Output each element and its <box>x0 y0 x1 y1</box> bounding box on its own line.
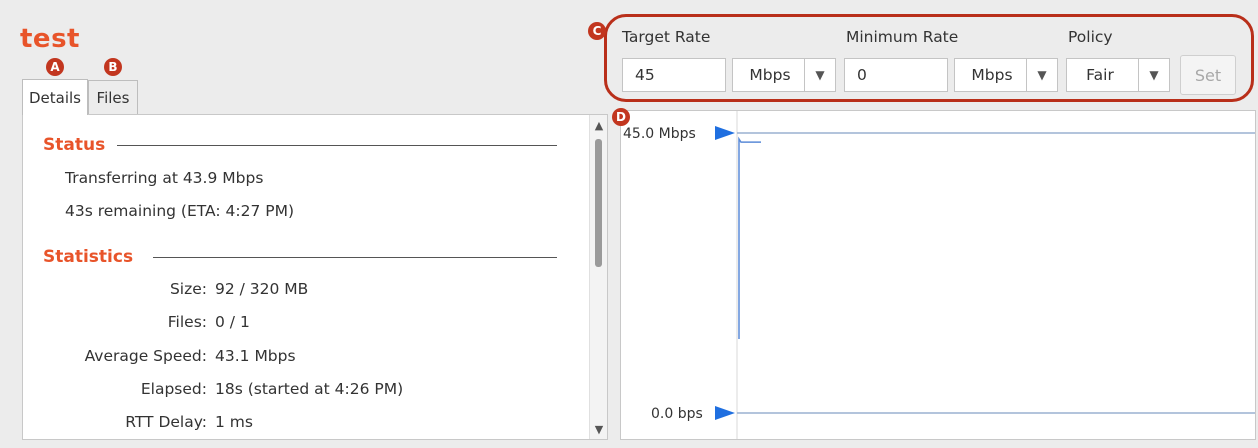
statistics-heading: Statistics <box>43 247 134 267</box>
stat-row-rtt-delay: RTT Delay: 1 ms <box>23 413 583 435</box>
target-rate-unit-value: Mbps <box>749 66 791 84</box>
chevron-down-icon[interactable]: ▼ <box>804 59 835 91</box>
stat-row-files: Files: 0 / 1 <box>23 313 583 335</box>
badge-b: B <box>104 58 122 76</box>
target-rate-label: Target Rate <box>622 28 711 46</box>
rate-chart: 45.0 Mbps 0.0 bps <box>623 111 1255 439</box>
stat-value: 43.1 Mbps <box>215 347 296 365</box>
scroll-up-icon[interactable]: ▲ <box>590 117 608 133</box>
stat-label: Average Speed: <box>84 347 207 365</box>
target-rate-marker-icon[interactable] <box>715 126 735 140</box>
min-rate-marker-icon[interactable] <box>715 406 735 420</box>
target-rate-input[interactable]: 45 <box>622 58 726 92</box>
tab-files[interactable]: Files <box>88 80 138 114</box>
scroll-down-icon[interactable]: ▼ <box>590 421 608 437</box>
stat-value: 92 / 320 MB <box>215 280 309 298</box>
stat-label: Elapsed: <box>140 380 207 398</box>
stat-value: 0 / 1 <box>215 313 250 331</box>
stat-row-elapsed: Elapsed: 18s (started at 4:26 PM) <box>23 380 583 402</box>
policy-select[interactable]: Fair ▼ <box>1066 58 1170 92</box>
chevron-down-icon[interactable]: ▼ <box>1138 59 1169 91</box>
y-tick-label-bottom: 0.0 bps <box>651 406 703 422</box>
statistics-divider <box>153 257 557 258</box>
policy-value: Fair <box>1086 66 1114 84</box>
rate-chart-panel: 45.0 Mbps 0.0 bps <box>620 110 1256 440</box>
status-divider <box>117 145 557 146</box>
throughput-series-line <box>738 136 761 339</box>
minimum-rate-input[interactable]: 0 <box>844 58 948 92</box>
target-rate-unit-select[interactable]: Mbps ▼ <box>732 58 836 92</box>
stat-label: Size: <box>169 280 207 298</box>
y-tick-label-top: 45.0 Mbps <box>623 126 696 142</box>
status-transfer-rate: Transferring at 43.9 Mbps <box>65 169 264 187</box>
status-heading: Status <box>43 135 106 155</box>
stat-value: 18s (started at 4:26 PM) <box>215 380 404 398</box>
chevron-down-icon[interactable]: ▼ <box>1026 59 1057 91</box>
stat-label: RTT Delay: <box>125 413 207 431</box>
badge-d: D <box>612 108 630 126</box>
minimum-rate-unit-value: Mbps <box>971 66 1013 84</box>
minimum-rate-unit-select[interactable]: Mbps ▼ <box>954 58 1058 92</box>
minimum-rate-label: Minimum Rate <box>846 28 959 46</box>
set-button[interactable]: Set <box>1180 55 1236 95</box>
transfer-title: test <box>20 24 80 54</box>
tab-details[interactable]: Details <box>22 79 88 115</box>
badge-c: C <box>588 22 606 40</box>
policy-label: Policy <box>1068 28 1113 46</box>
stat-row-average-speed: Average Speed: 43.1 Mbps <box>23 347 583 369</box>
status-remaining: 43s remaining (ETA: 4:27 PM) <box>65 202 295 220</box>
stat-row-size: Size: 92 / 320 MB <box>23 280 583 302</box>
details-panel: Status Transferring at 43.9 Mbps 43s rem… <box>22 114 608 440</box>
stat-label: Files: <box>167 313 207 331</box>
stat-value: 1 ms <box>215 413 253 431</box>
scroll-thumb[interactable] <box>595 139 602 267</box>
details-scrollbar[interactable]: ▲ ▼ <box>589 115 607 439</box>
badge-a: A <box>46 58 64 76</box>
